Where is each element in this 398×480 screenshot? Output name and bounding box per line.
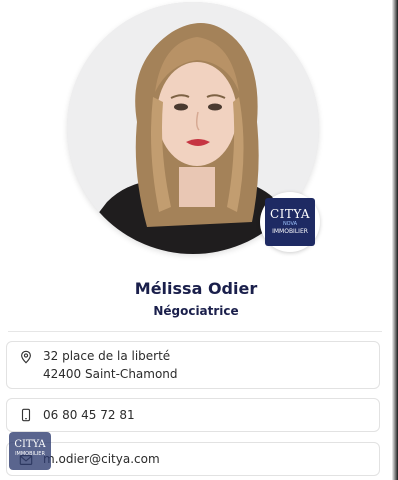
address-line-2: 42400 Saint-Chamond	[43, 367, 178, 381]
watermark-brand: CITYA	[14, 439, 46, 450]
agency-logo: CITYA NOVA IMMOBILIER	[265, 198, 315, 246]
agent-profile-card: CITYA NOVA IMMOBILIER Mélissa Odier Négo…	[0, 0, 398, 480]
phone-number: 06 80 45 72 81	[43, 408, 135, 422]
logo-line-1: NOVA	[282, 221, 298, 227]
agency-logo-badge: CITYA NOVA IMMOBILIER	[260, 192, 320, 252]
email-card[interactable]: m.odier@citya.com	[6, 442, 380, 476]
email-address[interactable]: m.odier@citya.com	[43, 452, 160, 466]
address-card[interactable]: 32 place de la liberté 42400 Saint-Chamo…	[6, 341, 380, 389]
location-pin-icon	[21, 350, 31, 364]
logo-line-2: IMMOBILIER	[272, 228, 308, 235]
window-edge	[392, 0, 398, 480]
mobile-phone-icon	[21, 408, 31, 422]
citya-watermark: CITYA IMMOBILIER	[9, 432, 51, 470]
divider	[8, 331, 382, 332]
phone-card[interactable]: 06 80 45 72 81	[6, 398, 380, 432]
agent-name: Mélissa Odier	[134, 279, 258, 298]
watermark-sub: IMMOBILIER	[15, 451, 45, 457]
agent-role: Négociatrice	[153, 304, 239, 318]
logo-brand-text: CITYA	[269, 207, 311, 221]
address-line-1: 32 place de la liberté	[43, 349, 171, 363]
